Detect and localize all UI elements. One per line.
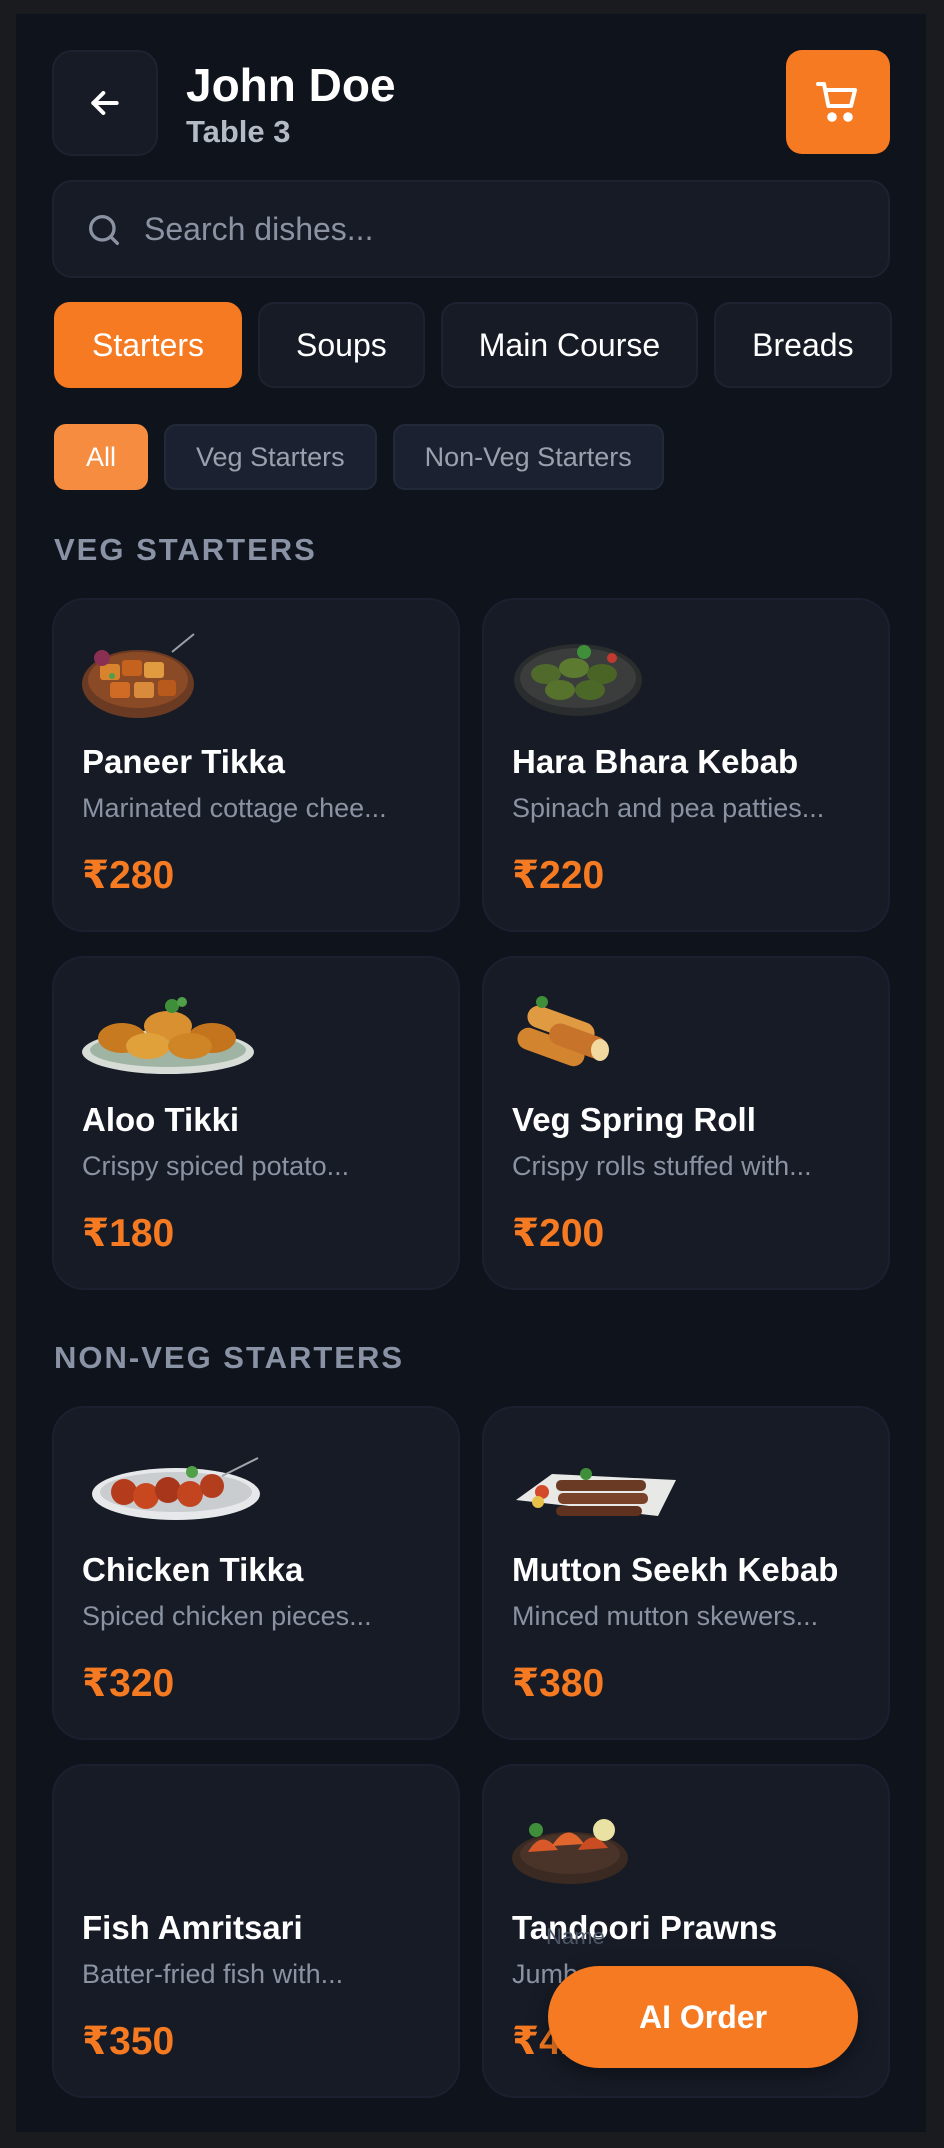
chip-veg-starters[interactable]: Veg Starters — [164, 424, 377, 490]
dish-description: Crispy spiced potato... — [82, 1151, 350, 1181]
header: John Doe Table 3 — [52, 50, 890, 156]
spring-roll-image — [517, 996, 609, 1067]
arrow-left-icon — [91, 91, 119, 115]
chip-all[interactable]: All — [54, 424, 149, 490]
section-title-veg: VEG STARTERS — [54, 532, 317, 567]
tab-main-course[interactable]: Main Course — [440, 302, 699, 388]
shopping-cart-icon — [816, 82, 857, 122]
dish-name: Fish Amritsari — [82, 1909, 303, 1946]
section-title-non-veg: NON-VEG STARTERS — [54, 1340, 405, 1375]
dish-description: Minced mutton skewers... — [512, 1601, 819, 1631]
dish-price: ₹200 — [512, 1212, 605, 1255]
tab-soups[interactable]: Soups — [258, 302, 425, 388]
category-tabs: Starters Soups Main Course Breads — [54, 302, 892, 388]
customer-name: John Doe — [186, 59, 396, 111]
fab-hint-text: Name — [546, 1924, 605, 1949]
tab-starters[interactable]: Starters — [54, 302, 243, 388]
ai-order-button[interactable]: AI Order — [548, 1966, 858, 2068]
search-bar — [52, 180, 890, 278]
dish-description: Crispy rolls stuffed with... — [512, 1151, 812, 1181]
dish-description: Marinated cottage chee... — [82, 793, 387, 823]
dish-name: Mutton Seekh Kebab — [512, 1551, 839, 1588]
search-icon — [89, 215, 120, 245]
back-button[interactable] — [52, 50, 158, 156]
cart-button[interactable] — [786, 50, 890, 154]
dish-name: Aloo Tikki — [82, 1101, 240, 1138]
app-screen: John Doe Table 3 Starters Soups Main Cou… — [16, 14, 926, 2132]
dish-price: ₹220 — [512, 854, 605, 897]
dish-card[interactable]: Hara Bhara Kebab Spinach and pea patties… — [482, 598, 890, 932]
dish-price: ₹380 — [512, 1662, 605, 1705]
chicken-tikka-image — [92, 1457, 260, 1520]
dish-card[interactable]: Mutton Seekh Kebab Minced mutton skewers… — [482, 1406, 890, 1740]
dish-name: Hara Bhara Kebab — [512, 743, 799, 780]
chip-non-veg-starters[interactable]: Non-Veg Starters — [392, 424, 664, 490]
dish-card[interactable]: Aloo Tikki Crispy spiced potato... ₹180 — [52, 956, 460, 1290]
dish-card[interactable]: Chicken Tikka Spiced chicken pieces... ₹… — [52, 1406, 460, 1740]
dish-price: ₹280 — [82, 854, 175, 897]
dish-price: ₹180 — [82, 1212, 175, 1255]
dish-description: Batter-fried fish with... — [82, 1959, 344, 1989]
seekh-kebab-image — [516, 1468, 676, 1516]
dish-card[interactable]: Paneer Tikka Marinated cottage chee... ₹… — [52, 598, 460, 932]
dish-description: Spiced chicken pieces... — [82, 1601, 372, 1631]
hara-bhara-kebab-image — [514, 644, 642, 716]
filter-chips: All Veg Starters Non-Veg Starters — [54, 424, 664, 490]
aloo-tikki-image — [82, 997, 254, 1074]
dish-name: Veg Spring Roll — [512, 1101, 756, 1138]
dish-price: ₹350 — [82, 2020, 175, 2063]
tab-breads[interactable]: Breads — [714, 302, 892, 388]
paneer-tikka-image — [82, 633, 195, 718]
dish-card[interactable]: Fish Amritsari Batter-fried fish with...… — [52, 1764, 460, 2098]
dish-name: Paneer Tikka — [82, 743, 286, 780]
table-number: Table 3 — [186, 114, 291, 149]
dish-card[interactable]: Veg Spring Roll Crispy rolls stuffed wit… — [482, 956, 890, 1290]
dish-description: Spinach and pea patties... — [512, 793, 825, 823]
search-input[interactable] — [144, 182, 864, 276]
dish-price: ₹320 — [82, 1662, 175, 1705]
dish-name: Chicken Tikka — [82, 1551, 304, 1588]
tandoori-prawns-image — [512, 1819, 628, 1884]
